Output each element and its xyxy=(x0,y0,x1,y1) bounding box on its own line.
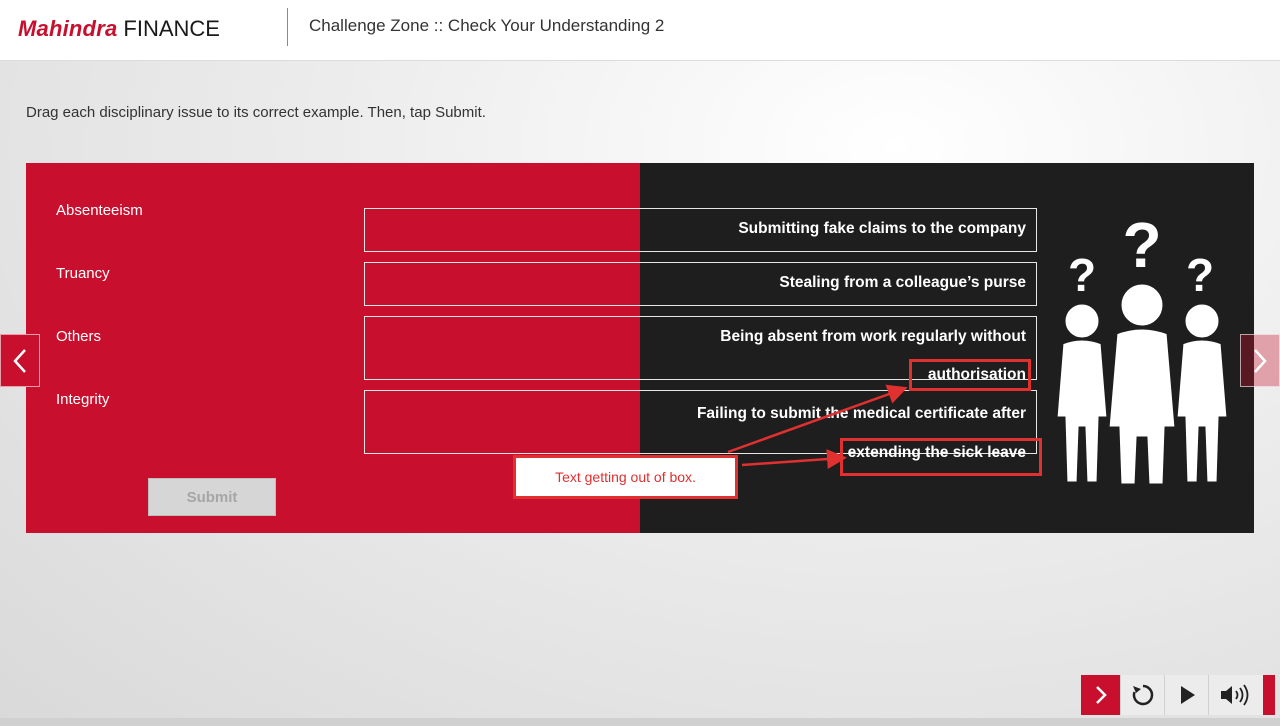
prev-slide-button[interactable] xyxy=(0,334,40,387)
annotation-highlight-authorisation xyxy=(909,359,1031,391)
volume-icon xyxy=(1221,684,1249,706)
next-slide-button[interactable] xyxy=(1240,334,1280,387)
header-divider xyxy=(287,8,288,46)
play-icon xyxy=(1180,686,1195,704)
player-controls xyxy=(1081,675,1275,715)
submit-button[interactable]: Submit xyxy=(148,478,276,516)
issue-absenteeism[interactable]: Absenteeism xyxy=(56,202,143,219)
next-button[interactable] xyxy=(1081,675,1120,715)
chevron-left-icon xyxy=(13,348,26,373)
mahindra-finance-logo: Mahindra FINANCE xyxy=(18,14,220,44)
annotation-highlight-sick-leave xyxy=(840,438,1042,476)
bottom-strip xyxy=(0,718,1280,726)
svg-text:?: ? xyxy=(1122,209,1161,281)
example-fake-claims: Submitting fake claims to the company xyxy=(738,220,1026,237)
example-stealing: Stealing from a colleague’s purse xyxy=(779,274,1026,291)
example-medical-line1: Failing to submit the medical certificat… xyxy=(696,405,1026,422)
play-button[interactable] xyxy=(1164,675,1208,715)
svg-text:?: ? xyxy=(1068,249,1096,301)
logo-brand: Mahindra xyxy=(18,16,118,41)
replay-button[interactable] xyxy=(1120,675,1164,715)
instruction-text: Drag each disciplinary issue to its corr… xyxy=(26,104,486,121)
issue-others[interactable]: Others xyxy=(56,328,101,345)
replay-icon xyxy=(1132,684,1153,706)
volume-button[interactable] xyxy=(1208,675,1263,715)
logo-suffix: FINANCE xyxy=(123,16,220,41)
chevron-right-icon xyxy=(1254,348,1267,373)
example-absent-line1: Being absent from work regularly without xyxy=(720,328,1026,345)
question-people-icon: ? ? ? xyxy=(1054,209,1230,487)
issue-integrity[interactable]: Integrity xyxy=(56,391,109,408)
annotation-callout: Text getting out of box. xyxy=(513,455,738,499)
issue-truancy[interactable]: Truancy xyxy=(56,265,110,282)
header: Mahindra FINANCE Challenge Zone :: Check … xyxy=(0,0,1280,61)
course-title: Challenge Zone :: Check Your Understandi… xyxy=(309,16,665,35)
controls-edge xyxy=(1263,675,1275,715)
svg-text:?: ? xyxy=(1186,249,1214,301)
next-icon xyxy=(1095,686,1107,704)
